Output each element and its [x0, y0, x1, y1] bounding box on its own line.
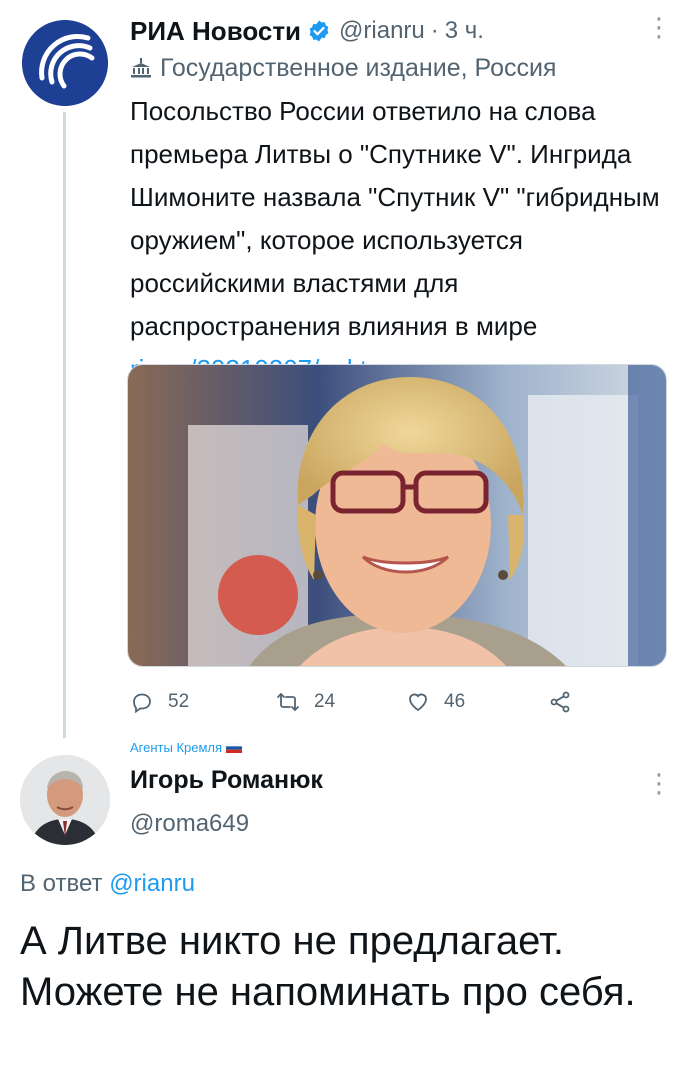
account-label-text: Агенты Кремля: [130, 740, 223, 755]
thread-connector: [63, 112, 66, 738]
author-name[interactable]: РИА Новости: [130, 16, 301, 47]
tweet-text: Посольство России ответило на слова прем…: [130, 96, 660, 341]
tweet-header: РИА Новости @rianru · 3 ч.: [130, 14, 484, 48]
verified-icon: [309, 20, 329, 42]
reply-to-handle[interactable]: @rianru: [109, 870, 195, 897]
tweet-photo[interactable]: [127, 364, 667, 667]
tweet-actions: 52 24 46: [130, 690, 600, 720]
reply-button[interactable]: 52: [130, 690, 189, 714]
ria-avatar[interactable]: [22, 20, 108, 106]
separator: ·: [430, 17, 439, 44]
reply-body: А Литве никто не предлагает. Можете не н…: [20, 919, 636, 1014]
retweet-count: 24: [314, 691, 336, 712]
share-icon: [550, 691, 570, 713]
account-label: Агенты Кремля: [130, 740, 243, 755]
tweet-body: Посольство России ответило на слова прем…: [130, 90, 670, 391]
retweet-button[interactable]: 24: [276, 690, 335, 714]
like-button[interactable]: 46: [406, 690, 465, 714]
russian-flag-icon: [226, 742, 243, 753]
reply-author-name[interactable]: Игорь Романюк: [130, 766, 323, 795]
share-button[interactable]: [548, 690, 572, 714]
photo-woman-smiling: [128, 365, 666, 666]
avatar-photo-man: [20, 755, 110, 845]
reply-author-handle[interactable]: @roma649: [130, 810, 249, 838]
reply-more-icon[interactable]: ⋮: [646, 770, 672, 796]
reply-avatar[interactable]: [20, 755, 110, 845]
tweet-time[interactable]: 3 ч.: [445, 17, 484, 45]
ria-logo-icon: [22, 20, 108, 106]
label-text: Государственное издание, Россия: [160, 53, 557, 82]
author-handle[interactable]: @rianru: [339, 17, 425, 45]
state-media-label[interactable]: Государственное издание, Россия: [130, 52, 556, 84]
retweet-icon: [277, 693, 299, 711]
more-icon[interactable]: ⋮: [646, 14, 672, 40]
like-count: 46: [444, 691, 466, 712]
reply-prefix: В ответ: [20, 870, 103, 897]
reply-context: В ответ @rianru: [20, 870, 195, 898]
government-building-icon: [131, 58, 151, 78]
like-icon: [409, 693, 427, 712]
reply-icon: [133, 693, 151, 714]
reply-count: 52: [168, 691, 190, 712]
